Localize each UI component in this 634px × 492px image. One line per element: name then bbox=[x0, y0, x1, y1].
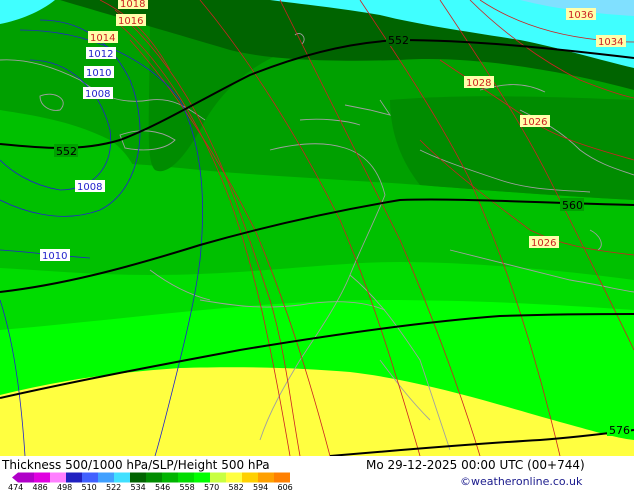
scale-swatch bbox=[194, 472, 210, 483]
isobar-label-text: 1026 bbox=[522, 117, 547, 128]
isobar-label: 1028 bbox=[464, 76, 494, 89]
scale-tick-label: 558 bbox=[179, 483, 195, 492]
scale-swatch bbox=[258, 472, 274, 483]
height-label-text: 552 bbox=[388, 34, 409, 47]
height-label: 552 bbox=[54, 144, 78, 158]
isobar-label: 1010 bbox=[84, 66, 114, 79]
isobar-label-text: 1010 bbox=[86, 68, 111, 79]
scale-tick-label: 522 bbox=[106, 483, 122, 492]
scale-tick-label: 498 bbox=[57, 483, 73, 492]
map-datetime: Mo 29-12-2025 00:00 UTC (00+744) bbox=[366, 458, 585, 472]
isobar-label: 1014 bbox=[88, 31, 118, 44]
isobar-label-text: 1008 bbox=[77, 182, 102, 193]
isobar-label-text: 1018 bbox=[120, 0, 145, 10]
credit-link[interactable]: ©weatheronline.co.uk bbox=[460, 475, 582, 488]
height-label-text: 560 bbox=[562, 199, 583, 212]
isobar-label-text: 1008 bbox=[85, 89, 110, 100]
isobar-label: 1016 bbox=[116, 14, 146, 27]
scale-swatch bbox=[242, 472, 258, 483]
scale-swatch bbox=[34, 472, 50, 483]
scale-swatch bbox=[114, 472, 130, 483]
scale-swatch bbox=[274, 472, 290, 483]
isobar-label-text: 1012 bbox=[88, 49, 113, 60]
isobar-label-text: 1016 bbox=[118, 16, 143, 27]
height-label: 552 bbox=[386, 33, 410, 47]
height-label: 560 bbox=[560, 198, 584, 212]
isobar-label-text: 1034 bbox=[598, 37, 623, 48]
scale-swatch bbox=[210, 472, 226, 483]
scale-tick-label: 486 bbox=[32, 483, 48, 492]
isobar-label: 1034 bbox=[596, 35, 626, 48]
isobar-label-text: 1014 bbox=[90, 33, 115, 44]
scale-tick-label: 606 bbox=[277, 483, 293, 492]
scale-swatch bbox=[18, 472, 34, 483]
isobar-label: 1026 bbox=[520, 115, 550, 128]
scale-swatch bbox=[130, 472, 146, 483]
scale-tick-label: 546 bbox=[155, 483, 171, 492]
scale-tick-label: 510 bbox=[81, 483, 97, 492]
scale-arrow-tip bbox=[12, 472, 18, 483]
thickness-map-svg: 552 552 560 576 1018 1016 1014 1036 1034… bbox=[0, 0, 634, 456]
isobar-label-text: 1028 bbox=[466, 78, 491, 89]
isobar-label: 1018 bbox=[118, 0, 148, 10]
isobar-label: 1026 bbox=[529, 236, 559, 249]
isobar-label: 1008 bbox=[83, 87, 113, 100]
map-footer: Thickness 500/1000 hPa/SLP/Height 500 hP… bbox=[0, 456, 634, 492]
isobar-label-text: 1010 bbox=[42, 251, 67, 262]
scale-swatch bbox=[82, 472, 98, 483]
map-title: Thickness 500/1000 hPa/SLP/Height 500 hP… bbox=[2, 458, 270, 472]
height-label: 576 bbox=[607, 423, 631, 437]
scale-swatch bbox=[66, 472, 82, 483]
isobar-label-text: 1036 bbox=[568, 10, 593, 21]
scale-tick-label: 474 bbox=[8, 483, 24, 492]
isobar-label: 1036 bbox=[566, 8, 596, 21]
isobar-label-text: 1026 bbox=[531, 238, 556, 249]
weather-map: 552 552 560 576 1018 1016 1014 1036 1034… bbox=[0, 0, 634, 456]
scale-swatch bbox=[146, 472, 162, 483]
isobar-label: 1012 bbox=[86, 47, 116, 60]
scale-swatch bbox=[50, 472, 66, 483]
scale-swatch bbox=[162, 472, 178, 483]
isobar-label: 1008 bbox=[75, 180, 105, 193]
scale-tick-label: 570 bbox=[204, 483, 220, 492]
isobar-label: 1010 bbox=[40, 249, 70, 262]
color-scale-bar bbox=[12, 472, 290, 483]
scale-tick-label: 582 bbox=[228, 483, 244, 492]
scale-tick-label: 594 bbox=[253, 483, 269, 492]
height-label-text: 552 bbox=[56, 145, 77, 158]
height-label-text: 576 bbox=[609, 424, 630, 437]
scale-swatch bbox=[178, 472, 194, 483]
scale-tick-label: 534 bbox=[130, 483, 146, 492]
scale-swatch bbox=[98, 472, 114, 483]
scale-swatch bbox=[226, 472, 242, 483]
